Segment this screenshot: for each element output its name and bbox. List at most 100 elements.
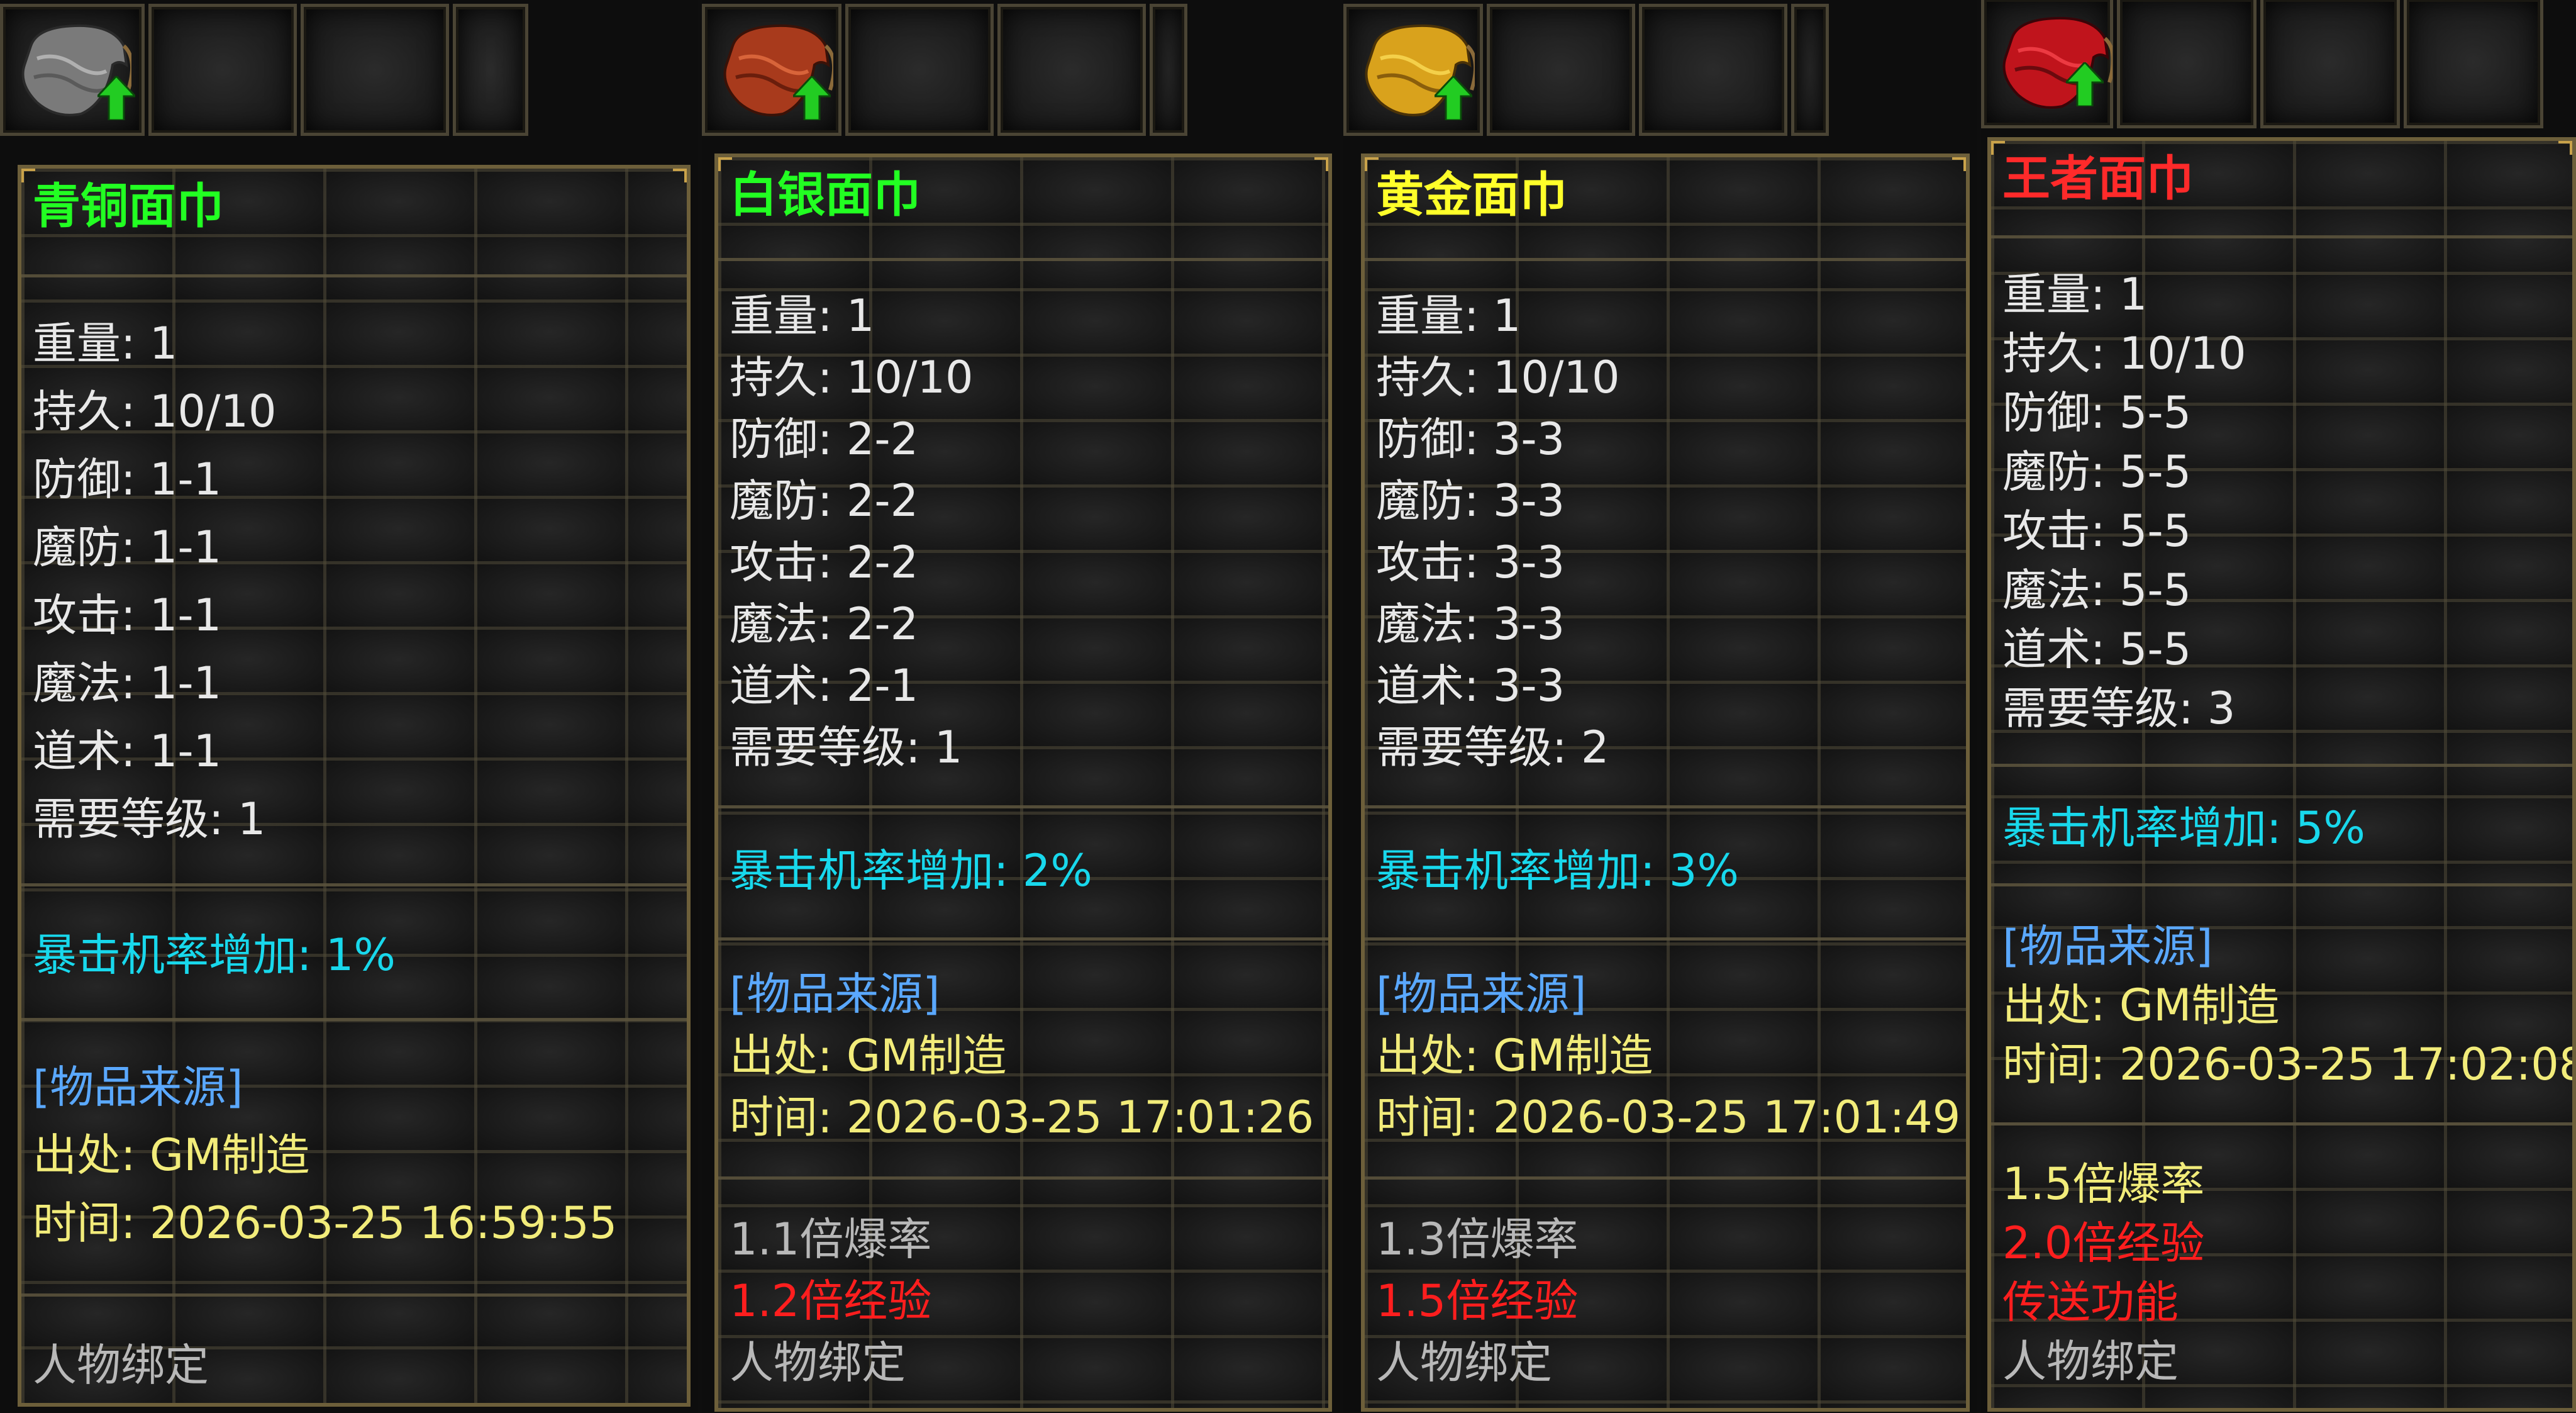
item-panel-3: 黄金面巾 重量: 1 持久: 10/10 防御: 3-3 魔防: 3-3 攻击:… — [1343, 0, 1977, 1413]
inventory-slot-empty[interactable] — [148, 4, 297, 136]
inventory-slot-item[interactable] — [1981, 0, 2113, 128]
item-time: 时间: 2026-03-25 17:01:26 — [730, 1092, 1314, 1143]
stat-attack: 攻击: 5-5 — [2002, 505, 2192, 557]
stat-magic-defense: 魔防: 2-2 — [730, 475, 919, 527]
item-origin: 出处: GM制造 — [1376, 1030, 1653, 1081]
stat-magic: 魔法: 5-5 — [2002, 564, 2192, 616]
stat-taoism: 道术: 2-1 — [730, 660, 919, 712]
bonus-teleport: 传送功能 — [2002, 1276, 2179, 1328]
divider — [1365, 258, 1966, 261]
stat-required-level: 需要等级: 1 — [33, 793, 266, 845]
item-origin: 出处: GM制造 — [33, 1129, 310, 1181]
stat-defense: 防御: 3-3 — [1376, 413, 1565, 465]
stat-weight: 重量: 1 — [2002, 269, 2148, 320]
upgrade-arrow-icon — [97, 76, 135, 120]
item-origin: 出处: GM制造 — [2002, 980, 2280, 1031]
bonus-experience: 1.2倍经验 — [730, 1275, 932, 1327]
inventory-slot-empty[interactable] — [845, 4, 994, 136]
stat-attack: 攻击: 1-1 — [33, 589, 222, 641]
stat-defense: 防御: 2-2 — [730, 413, 919, 465]
stat-required-level: 需要等级: 1 — [730, 722, 963, 773]
divider — [21, 274, 687, 277]
crit-bonus: 暴击机率增加: 1% — [33, 929, 396, 981]
stat-durability: 持久: 10/10 — [730, 352, 974, 403]
stat-weight: 重量: 1 — [33, 318, 178, 369]
stat-magic-defense: 魔防: 3-3 — [1376, 475, 1565, 527]
item-tooltip: 王者面巾 重量: 1 持久: 10/10 防御: 5-5 魔防: 5-5 攻击:… — [1987, 137, 2576, 1412]
item-panel-4: 王者面巾 重量: 1 持久: 10/10 防御: 5-5 魔防: 5-5 攻击:… — [1981, 0, 2576, 1413]
stat-taoism: 道术: 3-3 — [1376, 660, 1565, 712]
source-header: [物品来源] — [730, 968, 940, 1020]
source-header: [物品来源] — [1376, 968, 1587, 1020]
stat-required-level: 需要等级: 2 — [1376, 722, 1609, 773]
bonus-drop-rate: 1.1倍爆率 — [730, 1214, 932, 1265]
inventory-slot-row — [0, 0, 698, 140]
inventory-slot-empty[interactable] — [1791, 4, 1829, 136]
inventory-slot-empty[interactable] — [1487, 4, 1635, 136]
item-panel-2: 白银面巾 重量: 1 持久: 10/10 防御: 2-2 魔防: 2-2 攻击:… — [702, 0, 1340, 1413]
source-header: [物品来源] — [33, 1061, 243, 1113]
divider — [21, 883, 687, 886]
item-name: 白银面巾 — [730, 167, 921, 223]
item-tooltip: 青铜面巾 重量: 1 持久: 10/10 防御: 1-1 魔防: 1-1 攻击:… — [18, 165, 691, 1407]
inventory-slot-empty[interactable] — [453, 4, 528, 136]
item-time: 时间: 2026-03-25 17:02:08 — [2002, 1039, 2576, 1090]
stat-durability: 持久: 10/10 — [33, 386, 277, 437]
bonus-experience: 2.0倍经验 — [2002, 1217, 2205, 1269]
inventory-slot-item[interactable] — [0, 4, 145, 136]
stat-weight: 重量: 1 — [1376, 290, 1521, 342]
item-name: 青铜面巾 — [33, 178, 224, 234]
item-name: 王者面巾 — [2002, 150, 2194, 206]
bonus-experience: 1.5倍经验 — [1376, 1275, 1579, 1327]
inventory-slot-item[interactable] — [1343, 4, 1483, 136]
bonus-drop-rate: 1.3倍爆率 — [1376, 1214, 1579, 1265]
divider — [1365, 805, 1966, 808]
inventory-slot-row — [1981, 0, 2576, 132]
bind-status: 人物绑定 — [730, 1337, 906, 1388]
upgrade-arrow-icon — [2066, 62, 2104, 106]
upgrade-arrow-icon — [793, 76, 831, 120]
stat-attack: 攻击: 2-2 — [730, 537, 919, 588]
bonus-drop-rate: 1.5倍爆率 — [2002, 1158, 2205, 1210]
divider — [1991, 1122, 2572, 1125]
stat-durability: 持久: 10/10 — [1376, 352, 1620, 403]
item-origin: 出处: GM制造 — [730, 1030, 1007, 1081]
item-panel-1: 青铜面巾 重量: 1 持久: 10/10 防御: 1-1 魔防: 1-1 攻击:… — [0, 0, 698, 1413]
crit-bonus: 暴击机率增加: 3% — [1376, 845, 1739, 896]
upgrade-arrow-icon — [1435, 76, 1472, 120]
bind-status: 人物绑定 — [1376, 1337, 1552, 1388]
stat-defense: 防御: 1-1 — [33, 454, 222, 505]
bind-status: 人物绑定 — [2002, 1336, 2179, 1387]
stat-required-level: 需要等级: 3 — [2002, 683, 2236, 734]
item-time: 时间: 2026-03-25 17:01:49 — [1376, 1092, 1961, 1143]
stat-magic: 魔法: 2-2 — [730, 598, 919, 650]
inventory-slot-empty[interactable] — [2260, 0, 2400, 128]
stat-taoism: 道术: 5-5 — [2002, 623, 2192, 675]
item-name: 黄金面巾 — [1376, 167, 1567, 223]
stat-magic-defense: 魔防: 1-1 — [33, 522, 222, 573]
inventory-slot-empty[interactable] — [2404, 0, 2543, 128]
inventory-slot-empty[interactable] — [2117, 0, 2257, 128]
divider — [718, 937, 1328, 941]
inventory-slot-row — [702, 0, 1340, 140]
divider — [1991, 764, 2572, 767]
item-tooltip: 黄金面巾 重量: 1 持久: 10/10 防御: 3-3 魔防: 3-3 攻击:… — [1361, 154, 1970, 1412]
stat-defense: 防御: 5-5 — [2002, 387, 2192, 438]
inventory-slot-row — [1343, 0, 1977, 140]
stat-attack: 攻击: 3-3 — [1376, 537, 1565, 588]
inventory-slot-item[interactable] — [702, 4, 841, 136]
stat-magic-defense: 魔防: 5-5 — [2002, 446, 2192, 498]
stat-durability: 持久: 10/10 — [2002, 328, 2246, 379]
divider — [1365, 1176, 1966, 1180]
divider — [1991, 235, 2572, 238]
divider — [21, 1018, 687, 1021]
stat-magic: 魔法: 3-3 — [1376, 598, 1565, 650]
divider — [1365, 937, 1966, 941]
inventory-slot-empty[interactable] — [997, 4, 1146, 136]
inventory-slot-empty[interactable] — [1639, 4, 1787, 136]
inventory-slot-empty[interactable] — [1150, 4, 1187, 136]
inventory-slot-empty[interactable] — [301, 4, 449, 136]
crit-bonus: 暴击机率增加: 2% — [730, 845, 1092, 896]
stat-taoism: 道术: 1-1 — [33, 725, 222, 777]
divider — [718, 1176, 1328, 1180]
